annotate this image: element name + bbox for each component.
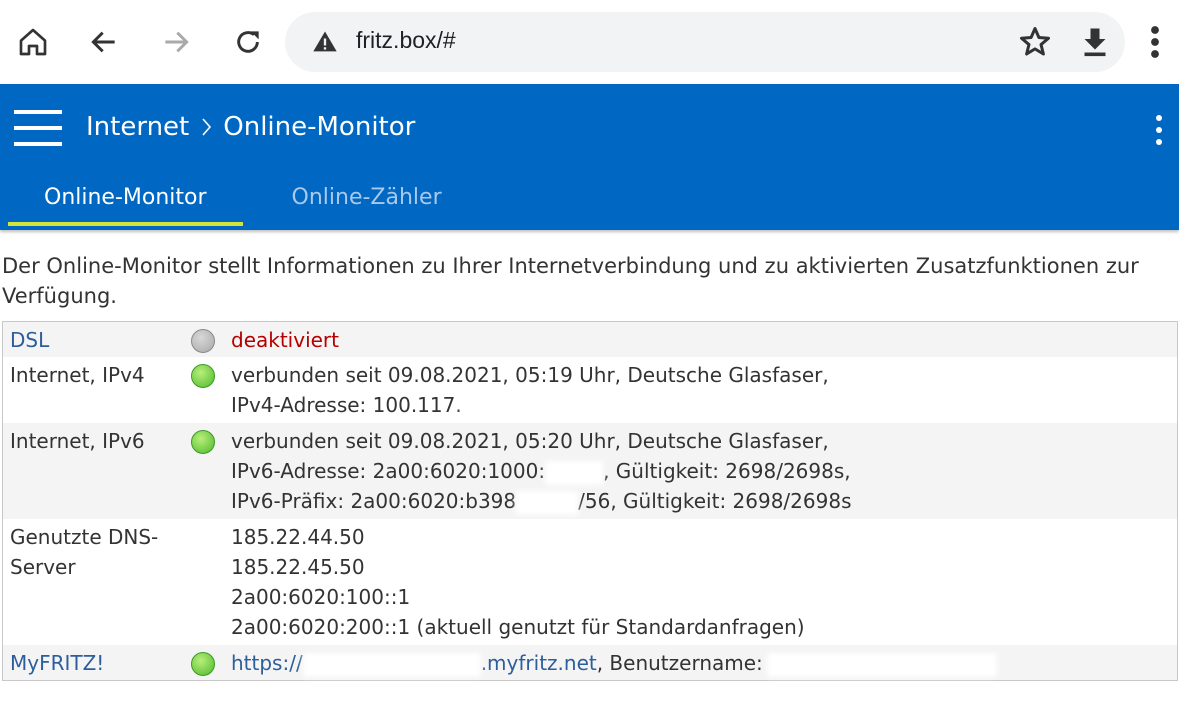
ipv6-address-validity: , Gültigkeit: 2698/2698s, xyxy=(603,459,851,483)
table-row-dsl: DSL deaktiviert xyxy=(3,322,1177,357)
redacted-region xyxy=(302,652,481,677)
status-led-green-icon xyxy=(191,430,215,454)
row-label-myfritz[interactable]: MyFRITZ! xyxy=(3,648,179,680)
status-led-grey-icon xyxy=(191,329,215,353)
row-label-dsl[interactable]: DSL xyxy=(3,325,179,357)
dsl-status: deaktiviert xyxy=(231,328,339,352)
row-label-ipv6: Internet, IPv6 xyxy=(10,429,145,453)
table-row-dns: Genutzte DNS-Server 185.22.44.50 185.22.… xyxy=(3,519,1177,645)
dns-server: 185.22.44.50 xyxy=(231,525,365,549)
app-header: Internet Online-Monitor Online-Monitor O… xyxy=(0,84,1179,230)
page-menu-icon[interactable] xyxy=(1148,114,1170,146)
breadcrumb-parent[interactable]: Internet xyxy=(86,112,189,142)
ipv6-address: IPv6-Adresse: 2a00:6020:1000: xyxy=(231,459,546,483)
breadcrumb-current: Online-Monitor xyxy=(223,112,416,142)
back-icon[interactable] xyxy=(82,20,126,64)
table-row-ipv4: Internet, IPv4 verbunden seit 09.08.2021… xyxy=(3,357,1177,423)
star-icon[interactable] xyxy=(1017,24,1053,60)
ipv6-connection-info: verbunden seit 09.08.2021, 05:20 Uhr, De… xyxy=(231,429,829,453)
forward-icon[interactable] xyxy=(154,20,198,64)
tab-online-monitor[interactable]: Online-Monitor xyxy=(8,180,243,226)
ipv6-prefix: IPv6-Präfix: 2a00:6020:b398 xyxy=(231,489,517,513)
table-row-ipv6: Internet, IPv6 verbunden seit 09.08.2021… xyxy=(3,423,1177,519)
more-vert-icon[interactable] xyxy=(1140,24,1170,60)
url-text[interactable]: fritz.box/# xyxy=(356,27,456,54)
ipv6-prefix-validity: /56, Gültigkeit: 2698/2698s xyxy=(578,489,852,513)
status-table: DSL deaktiviert Internet, IPv4 verbunden… xyxy=(2,321,1178,681)
status-led-green-icon xyxy=(191,652,215,676)
breadcrumb: Internet Online-Monitor xyxy=(86,112,415,142)
redacted-region xyxy=(766,652,997,677)
row-label-dns: Genutzte DNS-Server xyxy=(10,525,159,579)
myfritz-link-suffix[interactable]: .myfritz.net xyxy=(481,651,597,675)
reload-icon[interactable] xyxy=(226,20,270,64)
hamburger-menu-icon[interactable] xyxy=(14,110,62,148)
ipv4-connection-info: verbunden seit 09.08.2021, 05:19 Uhr, De… xyxy=(231,363,829,387)
redacted-region xyxy=(545,460,604,485)
myfritz-link[interactable]: https:// .myfritz.net xyxy=(231,651,597,677)
tab-online-zaehler[interactable]: Online-Zähler xyxy=(256,180,478,226)
myfritz-link-prefix[interactable]: https:// xyxy=(231,651,303,675)
home-icon[interactable] xyxy=(11,20,55,64)
table-row-myfritz: MyFRITZ! https:// .myfritz.net, Benutzern… xyxy=(3,645,1177,680)
address-bar[interactable]: fritz.box/# xyxy=(285,12,1125,72)
download-icon[interactable] xyxy=(1077,24,1113,60)
dns-server: 2a00:6020:200::1 (aktuell genutzt für St… xyxy=(231,615,805,639)
myfritz-username-label: , Benutzername: xyxy=(596,651,763,675)
chevron-right-icon xyxy=(202,118,212,136)
warning-icon[interactable] xyxy=(311,28,339,56)
redacted-region xyxy=(461,394,522,419)
status-led-green-icon xyxy=(191,364,215,388)
dns-server: 2a00:6020:100::1 xyxy=(231,585,411,609)
dns-server: 185.22.45.50 xyxy=(231,555,365,579)
ipv4-address: IPv4-Adresse: 100.117. xyxy=(231,393,462,417)
redacted-region xyxy=(516,490,579,515)
browser-toolbar: fritz.box/# xyxy=(0,0,1179,84)
intro-text: Der Online-Monitor stellt Informationen … xyxy=(2,254,1139,308)
row-label-ipv4: Internet, IPv4 xyxy=(10,363,145,387)
tab-bar: Online-Monitor Online-Zähler xyxy=(8,180,478,226)
